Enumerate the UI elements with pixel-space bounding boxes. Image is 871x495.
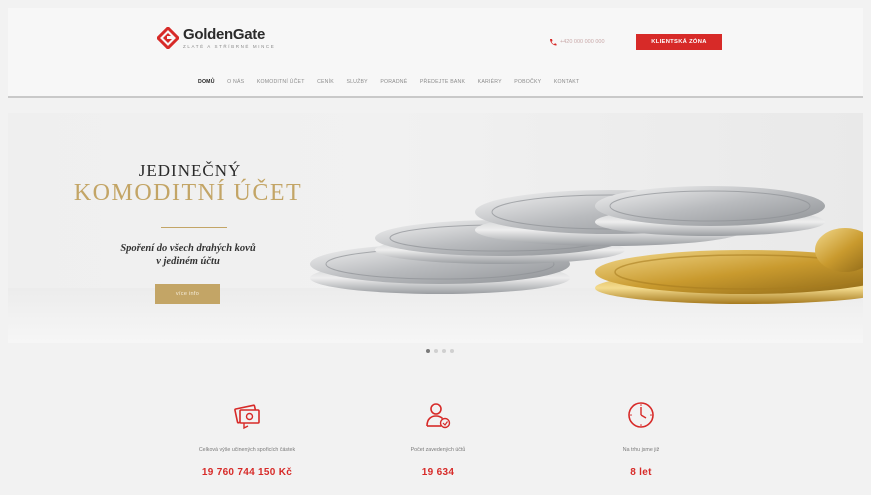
hero-title-line2: KOMODITNÍ ÚČET xyxy=(73,180,303,206)
hero-title-line1: JEDINEČNÝ xyxy=(138,161,242,180)
nav-item-about[interactable]: O NÁS xyxy=(227,79,244,85)
stat-value: 19 760 744 150 Kč xyxy=(201,467,293,478)
logo-mark-icon xyxy=(157,27,179,49)
phone-number: +420 000 000 000 xyxy=(560,39,605,45)
nav-item-branches[interactable]: POBOČKY xyxy=(514,79,541,85)
logo[interactable]: GoldenGate Zlaté a stříbrné mince xyxy=(157,27,275,50)
main-nav: DOMŮ O NÁS KOMODITNÍ ÚČET CENÍK SLUŽBY P… xyxy=(198,79,592,85)
page: GoldenGate Zlaté a stříbrné mince +420 0… xyxy=(0,0,871,495)
coins-image xyxy=(310,186,863,304)
nav-item-careers[interactable]: KARIÉRY xyxy=(478,79,502,85)
stat-accounts: Počet zavedených účtů 19 634 xyxy=(348,400,528,478)
nav-item-banks[interactable]: PŘEDEJTE BANK xyxy=(420,79,465,85)
logo-name: GoldenGate xyxy=(183,26,266,43)
slider-dot-2[interactable] xyxy=(434,349,438,353)
nav-item-contact[interactable]: KONTAKT xyxy=(554,79,580,85)
user-icon xyxy=(426,403,451,429)
logo-tagline: Zlaté a stříbrné mince xyxy=(183,44,276,49)
stat-label: Počet zavedených účtů xyxy=(410,447,466,453)
stat-label: Celková výše učinených spořicích částek xyxy=(198,447,296,453)
clock-icon xyxy=(628,402,654,428)
nav-item-commodity-account[interactable]: KOMODITNÍ ÚČET xyxy=(257,79,305,85)
hero-divider xyxy=(161,227,227,228)
nav-item-pricing[interactable]: CENÍK xyxy=(317,79,334,85)
slider-dot-4[interactable] xyxy=(450,349,454,353)
money-icon xyxy=(234,404,260,430)
hero-more-info-button[interactable]: více info xyxy=(155,284,220,304)
stat-years-on-market: Na trhu jsme již 8 let xyxy=(551,400,731,478)
client-zone-button[interactable]: KLIENTSKÁ ZÓNA xyxy=(636,34,722,50)
hero-subtitle-line2: v jediném účtu xyxy=(156,256,220,267)
nav-item-services[interactable]: SLUŽBY xyxy=(346,79,367,85)
phone-icon xyxy=(550,39,557,46)
stat-value: 8 let xyxy=(630,467,652,478)
slider-dots xyxy=(426,349,454,353)
hero-subtitle: Spoření do všech drahých kovů v jediném … xyxy=(78,242,298,268)
stat-total-savings: Celková výše učinených spořicích částek … xyxy=(157,400,337,478)
stat-label: Na trhu jsme již xyxy=(622,447,660,453)
stat-value: 19 634 xyxy=(421,467,455,478)
nav-item-advisory[interactable]: PORADNÉ xyxy=(380,79,407,85)
hero-subtitle-line1: Spoření do všech drahých kovů xyxy=(120,243,256,254)
nav-item-home[interactable]: DOMŮ xyxy=(198,79,215,85)
slider-dot-3[interactable] xyxy=(442,349,446,353)
slider-dot-1[interactable] xyxy=(426,349,430,353)
header-divider xyxy=(8,96,863,98)
phone-contact[interactable]: +420 000 000 000 xyxy=(549,38,605,46)
